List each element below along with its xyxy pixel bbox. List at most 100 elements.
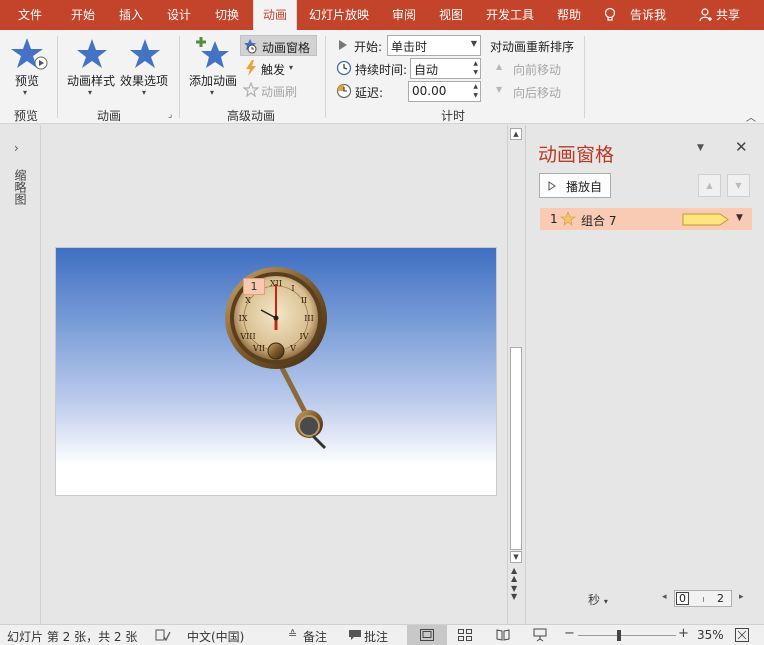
tab-file[interactable]: 文件 xyxy=(18,0,42,30)
zoom-in-button[interactable]: + xyxy=(678,626,689,641)
animation-order-badge[interactable]: 1 xyxy=(243,278,265,295)
slide-vertical-scrollbar[interactable]: ▲ ▼ ▲ ▲ ▼ ▼ xyxy=(507,125,524,624)
tab-transitions[interactable]: 切换 xyxy=(215,0,239,30)
tab-insert[interactable]: 插入 xyxy=(119,0,143,30)
timeline-end: 2 xyxy=(717,592,724,605)
item-menu-chevron-icon[interactable]: ▼ xyxy=(736,213,743,223)
animation-painter-button[interactable]: 动画刷 xyxy=(240,80,310,100)
move-down-icon[interactable]: ▼ xyxy=(727,174,750,197)
delay-clock-icon xyxy=(336,83,352,99)
clock-icon xyxy=(336,60,352,76)
ribbon: 预览 ▾ 预览 动画样式 ▾ 效果选项 ▾ 动画 ⌟ 添加动画 ▾ 动画窗格 触… xyxy=(0,30,764,124)
share-button[interactable]: 共享 xyxy=(716,0,740,30)
slide-sorter-icon[interactable] xyxy=(458,629,472,641)
duration-spinner[interactable]: 自动 ▲ ▼ xyxy=(410,58,481,79)
notes-button[interactable]: ≙ 备注 xyxy=(286,625,331,645)
move-earlier-button[interactable]: ▲ 向前移动 xyxy=(494,59,566,77)
preview-label: 预览 xyxy=(15,74,40,88)
language-indicator[interactable]: 中文(中国) xyxy=(187,628,244,645)
tab-developer[interactable]: 开发工具 xyxy=(486,0,534,30)
chevron-down-icon: ▾ xyxy=(88,88,93,97)
svg-text:IV: IV xyxy=(300,332,309,341)
tab-animations[interactable]: 动画 xyxy=(253,0,297,30)
play-from-button[interactable]: 播放自 xyxy=(539,173,611,198)
tell-me-search[interactable]: 告诉我 xyxy=(630,0,666,30)
move-up-icon[interactable]: ▲ xyxy=(698,174,721,197)
start-dropdown[interactable]: 单击时 ▼ xyxy=(387,35,481,56)
spin-down-icon[interactable]: ▼ xyxy=(473,69,478,77)
play-triangle-icon xyxy=(339,40,347,50)
tab-home[interactable]: 开始 xyxy=(71,0,95,30)
timeline-unit-dropdown[interactable]: 秒 ▾ xyxy=(588,591,608,608)
zoom-slider-thumb[interactable] xyxy=(617,630,622,641)
trigger-label: 触发 xyxy=(261,63,286,77)
normal-view-icon xyxy=(420,629,434,641)
chevron-down-icon: ▾ xyxy=(210,88,215,97)
tab-slideshow[interactable]: 幻灯片放映 xyxy=(309,0,369,30)
spelling-check-icon[interactable] xyxy=(155,628,171,642)
delay-label: 延迟: xyxy=(355,86,384,100)
chevron-down-icon: ▾ xyxy=(142,88,147,97)
comments-button[interactable]: 批注 xyxy=(347,625,392,645)
spin-up-icon[interactable]: ▲ xyxy=(473,60,478,68)
tab-review[interactable]: 审阅 xyxy=(392,0,416,30)
spin-down-icon[interactable]: ▼ xyxy=(473,92,478,100)
group-label-advanced-animation: 高级动画 xyxy=(227,109,276,123)
animation-list-item[interactable]: 1 组合 7 ▼ xyxy=(540,208,752,230)
effect-options-button[interactable]: 效果选项 ▾ xyxy=(118,34,172,100)
collapse-ribbon-icon[interactable]: ︿ xyxy=(746,109,756,124)
start-label: 开始: xyxy=(354,40,383,54)
reading-view-icon[interactable] xyxy=(496,629,510,641)
thumbnails-label[interactable]: 缩略图 xyxy=(12,169,29,205)
spin-up-icon[interactable]: ▲ xyxy=(473,83,478,91)
pendulum-clock-image[interactable]: XII III VI IX I II IV V VII VIII X XI xyxy=(221,266,331,451)
svg-text:IX: IX xyxy=(239,314,248,323)
add-animation-label: 添加动画 xyxy=(189,74,238,88)
chevron-down-icon: ▾ xyxy=(289,63,294,72)
zoom-out-button[interactable]: − xyxy=(564,626,575,641)
animation-styles-button[interactable]: 动画样式 ▾ xyxy=(64,34,118,100)
animation-styles-star-icon xyxy=(77,39,107,68)
slide-counter: 幻灯片 第 2 张，共 2 张 xyxy=(7,630,138,644)
scroll-down-button[interactable]: ▼ xyxy=(510,551,522,563)
tab-design[interactable]: 设计 xyxy=(167,0,191,30)
zoom-slider-track[interactable] xyxy=(578,635,676,636)
animation-pane-button[interactable]: 动画窗格 xyxy=(240,35,317,56)
trigger-button[interactable]: 触发 ▾ xyxy=(240,58,300,78)
close-icon[interactable]: ✕ xyxy=(735,138,748,156)
slide-canvas[interactable]: XII III VI IX I II IV V VII VIII X XI 1 xyxy=(55,247,497,496)
start-value: 单击时 xyxy=(391,40,428,54)
expand-thumbnails-icon[interactable]: › xyxy=(14,141,19,155)
zoom-level[interactable]: 35% xyxy=(697,628,724,642)
group-label-preview: 预览 xyxy=(14,109,39,123)
next-slide-icon[interactable]: ▼ ▼ xyxy=(511,585,517,601)
effect-options-star-icon xyxy=(130,39,160,68)
pane-options-chevron-icon[interactable]: ▼ xyxy=(697,143,704,153)
preview-button[interactable]: 预览 ▾ xyxy=(6,34,48,100)
scroll-thumb[interactable] xyxy=(510,347,522,550)
timeline-scale[interactable]: 0 2 xyxy=(674,590,732,607)
add-animation-button[interactable]: 添加动画 ▾ xyxy=(186,34,240,100)
animation-painter-label: 动画刷 xyxy=(261,85,298,99)
triangle-down-icon: ▼ xyxy=(496,85,503,94)
notes-label: 备注 xyxy=(303,630,328,644)
fit-to-window-icon[interactable] xyxy=(735,628,749,642)
timing-bar[interactable] xyxy=(682,213,730,226)
timeline-left-icon[interactable]: ◂ xyxy=(662,592,667,602)
tab-view[interactable]: 视图 xyxy=(439,0,463,30)
animation-styles-label: 动画样式 xyxy=(67,74,116,88)
animation-pane-label: 动画窗格 xyxy=(262,41,311,55)
slideshow-icon[interactable] xyxy=(533,628,547,642)
thumbnail-pane-collapsed: › 缩略图 xyxy=(0,125,41,624)
delay-spinner[interactable]: 00.00 ▲ ▼ xyxy=(408,81,481,102)
timeline-right-icon[interactable]: ▸ xyxy=(739,592,744,602)
dialog-launcher-icon[interactable]: ⌟ xyxy=(168,110,172,120)
delay-value: 00.00 xyxy=(412,84,447,98)
normal-view-button[interactable] xyxy=(407,625,447,645)
move-later-button[interactable]: ▼ 向后移动 xyxy=(494,82,566,100)
scroll-up-button[interactable]: ▲ xyxy=(510,128,522,140)
tab-help[interactable]: 帮助 xyxy=(557,0,581,30)
timeline-tick xyxy=(703,597,704,602)
previous-slide-icon[interactable]: ▲ ▲ xyxy=(511,567,517,583)
share-person-icon xyxy=(699,8,712,22)
